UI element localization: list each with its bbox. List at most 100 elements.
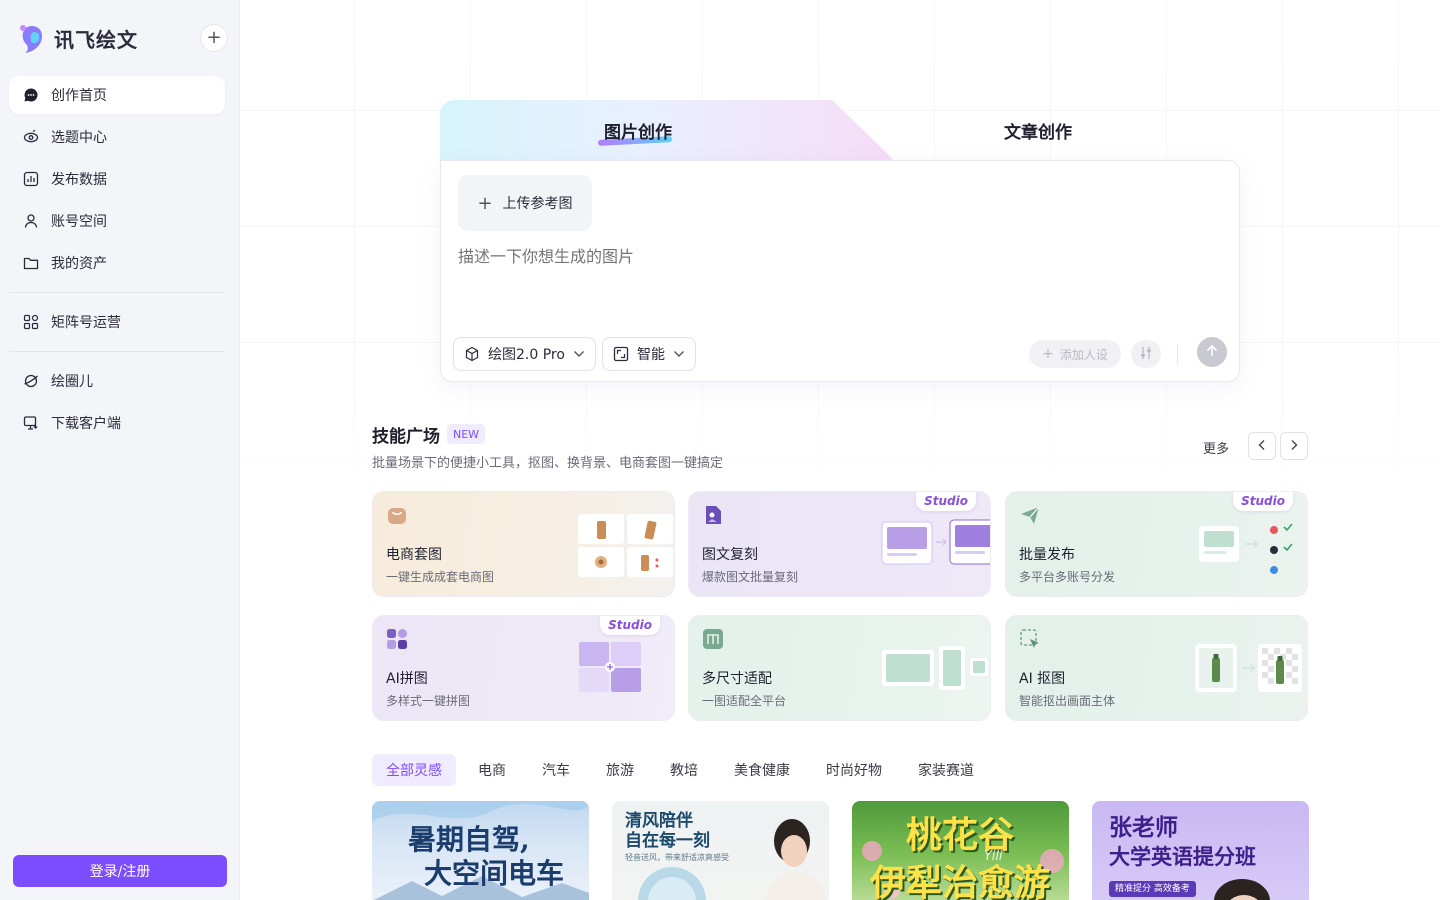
circle-planet-icon — [23, 373, 39, 389]
card-desc: 一键生成成套电商图 — [386, 570, 495, 584]
user-icon — [23, 213, 39, 229]
category-tab-all[interactable]: 全部灵感 — [372, 754, 456, 786]
sidebar-item-label: 我的资产 — [51, 256, 107, 272]
app-name: 讯飞绘文 — [54, 27, 138, 52]
creation-tabs: 图片创作 文章创作 — [440, 100, 1240, 162]
sidebar-item-publish-data[interactable]: 发布数据 — [9, 160, 225, 198]
gallery-card-fan[interactable]: 清风陪伴 自在每一刻 轻音送风，带来舒适凉爽感受 — [612, 801, 829, 900]
sidebar-item-label: 创作首页 — [51, 88, 107, 104]
new-creation-button[interactable]: + — [200, 24, 228, 52]
shopping-bag-icon — [386, 504, 408, 526]
more-link[interactable]: 更多 — [1203, 438, 1229, 457]
chat-bubble-icon — [23, 87, 39, 103]
sidebar-divider — [9, 351, 225, 352]
gallery-card-english-class[interactable]: 张老师 大学英语提分班 精准提分 高效备考 — [1092, 801, 1309, 900]
aspect-ratio-icon — [613, 346, 629, 362]
prompt-input[interactable] — [458, 247, 1158, 266]
tab-article-creation[interactable]: 文章创作 — [1004, 118, 1072, 143]
image-copy-icon — [702, 504, 724, 526]
sidebar-item-label: 下载客户端 — [51, 416, 121, 432]
gallery-title-line1: 张老师 — [1109, 815, 1178, 841]
arrow-up-icon — [1205, 343, 1219, 362]
paper-plane-icon — [1019, 504, 1041, 526]
sidebar-item-topics[interactable]: 选题中心 — [9, 118, 225, 156]
collage-grid-icon — [386, 628, 408, 650]
sidebar-item-label: 矩阵号运营 — [51, 315, 121, 331]
skills-subtitle: 批量场景下的便捷小工具，抠图、换背景、电商套图一键搞定 — [372, 456, 724, 471]
gallery-title-line2: 自在每一刻 — [625, 831, 710, 851]
card-desc: 一图适配全平台 — [702, 694, 787, 708]
card-title: AI 抠图 — [1019, 671, 1066, 687]
gallery-card-peach-valley[interactable]: 桃花谷 Yili 伊犁治愈游 — [852, 801, 1069, 900]
card-desc: 多平台多账号分发 — [1019, 570, 1116, 584]
monitor-download-icon — [23, 415, 39, 431]
gallery-title-line1: 清风陪伴 — [625, 811, 693, 831]
sidebar-item-home[interactable]: 创作首页 — [9, 76, 225, 114]
model-select[interactable]: 绘图2.0 Pro — [453, 337, 596, 371]
category-tab-ecommerce[interactable]: 电商 — [464, 754, 520, 786]
gallery-title-line1: 暑期自驾, — [408, 823, 530, 856]
card-title: 多尺寸适配 — [702, 671, 772, 687]
skill-card-ai-collage[interactable]: Studio AI拼图 多样式一键拼图 — [372, 615, 675, 721]
logo[interactable]: 讯飞绘文 + — [18, 20, 228, 56]
chevron-down-icon — [573, 348, 585, 361]
login-register-button[interactable]: 登录/注册 — [13, 855, 227, 887]
category-tab-home-decor[interactable]: 家装赛道 — [904, 754, 988, 786]
collage-illustration — [524, 616, 674, 720]
skill-card-image-text-replicate[interactable]: Studio 图文复刻 爆款图文批量复刻 — [688, 491, 991, 597]
sidebar: 讯飞绘文 + 创作首页 选题中心 发布数据 账号空间 我的资产 矩阵号运营 绘圈… — [0, 0, 240, 900]
sidebar-divider — [9, 292, 225, 293]
bar-chart-icon — [23, 171, 39, 187]
sliders-icon — [1139, 345, 1153, 364]
card-desc: 爆款图文批量复刻 — [702, 570, 799, 584]
sidebar-item-account[interactable]: 账号空间 — [9, 202, 225, 240]
persona-label: 添加人设 — [1059, 347, 1108, 362]
skill-card-batch-publish[interactable]: Studio 批量发布 多平台多账号分发 — [1005, 491, 1308, 597]
category-tab-education[interactable]: 教培 — [656, 754, 712, 786]
sidebar-item-download[interactable]: 下载客户端 — [9, 404, 225, 442]
gallery-caption: 轻音送风，带来舒适凉爽感受 — [625, 853, 729, 862]
category-tab-auto[interactable]: 汽车 — [528, 754, 584, 786]
sidebar-item-matrix[interactable]: 矩阵号运营 — [9, 303, 225, 341]
prev-button[interactable] — [1248, 432, 1276, 460]
sidebar-nav: 创作首页 选题中心 发布数据 账号空间 我的资产 矩阵号运营 绘圈儿 下载客户端 — [9, 76, 225, 446]
category-tab-food-health[interactable]: 美食健康 — [720, 754, 804, 786]
send-button[interactable] — [1197, 337, 1227, 367]
skill-card-ecommerce-set[interactable]: 电商套图 一键生成成套电商图 — [372, 491, 675, 597]
card-desc: 智能抠出画面主体 — [1019, 694, 1116, 708]
settings-sliders-button[interactable] — [1131, 340, 1161, 368]
category-tab-fashion[interactable]: 时尚好物 — [812, 754, 896, 786]
gallery-caption: 精准提分 高效备考 — [1109, 881, 1196, 897]
new-badge: NEW — [447, 424, 486, 444]
category-tab-travel[interactable]: 旅游 — [592, 754, 648, 786]
sidebar-item-assets[interactable]: 我的资产 — [9, 244, 225, 282]
next-button[interactable] — [1280, 432, 1308, 460]
gallery-card-ev-roadtrip[interactable]: 暑期自驾, 大空间电车 — [372, 801, 589, 900]
ratio-select[interactable]: 智能 — [602, 337, 696, 371]
resize-icon — [702, 628, 724, 650]
publish-illustration — [1157, 492, 1307, 596]
cutout-illustration — [1157, 616, 1307, 720]
card-title: 批量发布 — [1019, 547, 1075, 563]
card-title: 图文复刻 — [702, 547, 758, 563]
ratio-label: 智能 — [637, 347, 665, 363]
chevron-left-icon — [1258, 439, 1266, 454]
eye-icon — [23, 129, 39, 145]
skill-card-multi-size[interactable]: 多尺寸适配 一图适配全平台 — [688, 615, 991, 721]
tab-image-creation-label[interactable]: 图片创作 — [604, 118, 672, 143]
skill-card-ai-cutout[interactable]: AI 抠图 智能抠出画面主体 — [1005, 615, 1308, 721]
toolbar-divider — [1177, 344, 1178, 364]
ecommerce-illustration — [524, 492, 674, 596]
plus-icon: + — [477, 192, 493, 214]
gallery-title-line2: 大学英语提分班 — [1109, 845, 1256, 869]
add-persona-button[interactable]: + 添加人设 — [1029, 340, 1121, 368]
plus-icon: + — [1042, 346, 1054, 362]
folder-icon — [23, 255, 39, 271]
plus-icon: + — [206, 27, 222, 48]
card-desc: 多样式一键拼图 — [386, 694, 471, 708]
chevron-right-icon — [1290, 439, 1298, 454]
grid-apps-icon — [23, 314, 39, 330]
upload-reference-button[interactable]: + 上传参考图 — [458, 175, 592, 231]
sidebar-item-circle[interactable]: 绘圈儿 — [9, 362, 225, 400]
cube-icon — [464, 346, 480, 362]
